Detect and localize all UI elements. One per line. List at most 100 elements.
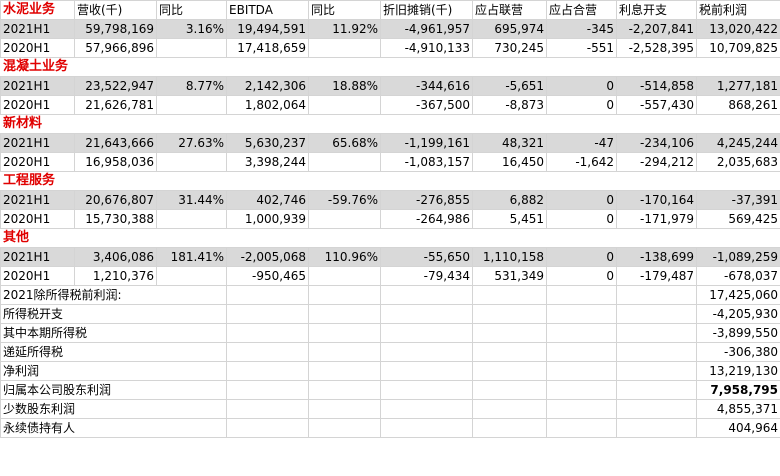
value-cell: 0 xyxy=(546,95,617,115)
summary-value: 7,958,795 xyxy=(696,380,780,400)
value-cell: -79,434 xyxy=(380,266,473,286)
value-cell: 868,261 xyxy=(696,95,780,115)
section-row: 新材料 xyxy=(0,114,780,134)
summary-label: 归属本公司股东利润 xyxy=(0,380,227,400)
section-title: 水泥业务 xyxy=(0,0,75,20)
table-row: 2021H1 3,406,086 181.41% -2,005,068 110.96% -… xyxy=(0,247,780,267)
value-cell: -1,199,161 xyxy=(380,133,473,153)
empty-cell xyxy=(380,304,473,324)
empty-cell xyxy=(380,342,473,362)
empty-cell xyxy=(74,228,157,248)
empty-cell xyxy=(616,342,697,362)
empty-cell xyxy=(546,228,617,248)
empty-cell xyxy=(226,228,309,248)
table-body: 水泥业务 营收(千) 同比 EBITDA 同比 折旧摊销(千) 应占联营 应占合… xyxy=(0,0,780,438)
empty-cell xyxy=(226,418,309,438)
value-cell: 3.16% xyxy=(156,19,227,39)
value-cell: 0 xyxy=(546,76,617,96)
empty-cell xyxy=(472,399,547,419)
value-cell xyxy=(308,266,381,286)
value-cell: 1,802,064 xyxy=(226,95,309,115)
empty-cell xyxy=(696,114,780,134)
empty-cell xyxy=(308,380,381,400)
empty-cell xyxy=(308,114,381,134)
empty-cell xyxy=(226,114,309,134)
empty-cell xyxy=(308,418,381,438)
value-cell: -1,083,157 xyxy=(380,152,473,172)
value-cell: 23,522,947 xyxy=(74,76,157,96)
period-cell: 2020H1 xyxy=(0,209,75,229)
empty-cell xyxy=(74,171,157,191)
empty-cell xyxy=(546,114,617,134)
summary-row: 净利润 13,219,130 xyxy=(0,361,780,381)
section-row: 其他 xyxy=(0,228,780,248)
value-cell xyxy=(308,38,381,58)
value-cell: 48,321 xyxy=(472,133,547,153)
header-cell: 应占合营 xyxy=(546,0,617,20)
summary-value: -306,380 xyxy=(696,342,780,362)
summary-label: 2021除所得税前利润: xyxy=(0,285,227,305)
summary-row: 归属本公司股东利润 7,958,795 xyxy=(0,380,780,400)
header-cell: 应占联营 xyxy=(472,0,547,20)
value-cell: 0 xyxy=(546,266,617,286)
empty-cell xyxy=(616,304,697,324)
empty-cell xyxy=(546,399,617,419)
value-cell xyxy=(156,95,227,115)
empty-cell xyxy=(226,304,309,324)
value-cell: 5,451 xyxy=(472,209,547,229)
empty-cell xyxy=(546,361,617,381)
empty-cell xyxy=(472,418,547,438)
value-cell: -294,212 xyxy=(616,152,697,172)
value-cell: 1,210,376 xyxy=(74,266,157,286)
value-cell: 730,245 xyxy=(472,38,547,58)
summary-value: -4,205,930 xyxy=(696,304,780,324)
empty-cell xyxy=(226,323,309,343)
value-cell: 1,277,181 xyxy=(696,76,780,96)
empty-cell xyxy=(546,285,617,305)
empty-cell xyxy=(308,361,381,381)
empty-cell xyxy=(226,399,309,419)
summary-value: 13,219,130 xyxy=(696,361,780,381)
empty-cell xyxy=(380,399,473,419)
empty-cell xyxy=(616,171,697,191)
empty-cell xyxy=(616,57,697,77)
value-cell: 57,966,896 xyxy=(74,38,157,58)
period-cell: 2020H1 xyxy=(0,266,75,286)
value-cell: 16,958,036 xyxy=(74,152,157,172)
value-cell: 8.77% xyxy=(156,76,227,96)
value-cell: -170,164 xyxy=(616,190,697,210)
table-row: 2020H1 16,958,036 3,398,244 -1,083,157 16,45… xyxy=(0,152,780,172)
empty-cell xyxy=(616,380,697,400)
value-cell: 2,142,306 xyxy=(226,76,309,96)
section-row: 工程服务 xyxy=(0,171,780,191)
empty-cell xyxy=(696,228,780,248)
empty-cell xyxy=(472,361,547,381)
empty-cell xyxy=(156,114,227,134)
empty-cell xyxy=(696,57,780,77)
table-row: 2020H1 15,730,388 1,000,939 -264,986 5,451 0-… xyxy=(0,209,780,229)
value-cell: -2,005,068 xyxy=(226,247,309,267)
value-cell: 10,709,825 xyxy=(696,38,780,58)
empty-cell xyxy=(546,171,617,191)
empty-cell xyxy=(226,285,309,305)
empty-cell xyxy=(472,285,547,305)
value-cell: 21,626,781 xyxy=(74,95,157,115)
section-title: 工程服务 xyxy=(0,171,75,191)
value-cell: 531,349 xyxy=(472,266,547,286)
period-cell: 2020H1 xyxy=(0,38,75,58)
period-cell: 2021H1 xyxy=(0,76,75,96)
period-cell: 2020H1 xyxy=(0,152,75,172)
empty-cell xyxy=(616,285,697,305)
period-cell: 2020H1 xyxy=(0,95,75,115)
summary-row: 其中本期所得税 -3,899,550 xyxy=(0,323,780,343)
value-cell: 402,746 xyxy=(226,190,309,210)
value-cell: -514,858 xyxy=(616,76,697,96)
value-cell: -5,651 xyxy=(472,76,547,96)
value-cell: 3,406,086 xyxy=(74,247,157,267)
empty-cell xyxy=(472,114,547,134)
value-cell: 4,245,244 xyxy=(696,133,780,153)
summary-label: 永续债持有人 xyxy=(0,418,227,438)
value-cell: 1,110,158 xyxy=(472,247,547,267)
period-cell: 2021H1 xyxy=(0,190,75,210)
value-cell: 21,643,666 xyxy=(74,133,157,153)
